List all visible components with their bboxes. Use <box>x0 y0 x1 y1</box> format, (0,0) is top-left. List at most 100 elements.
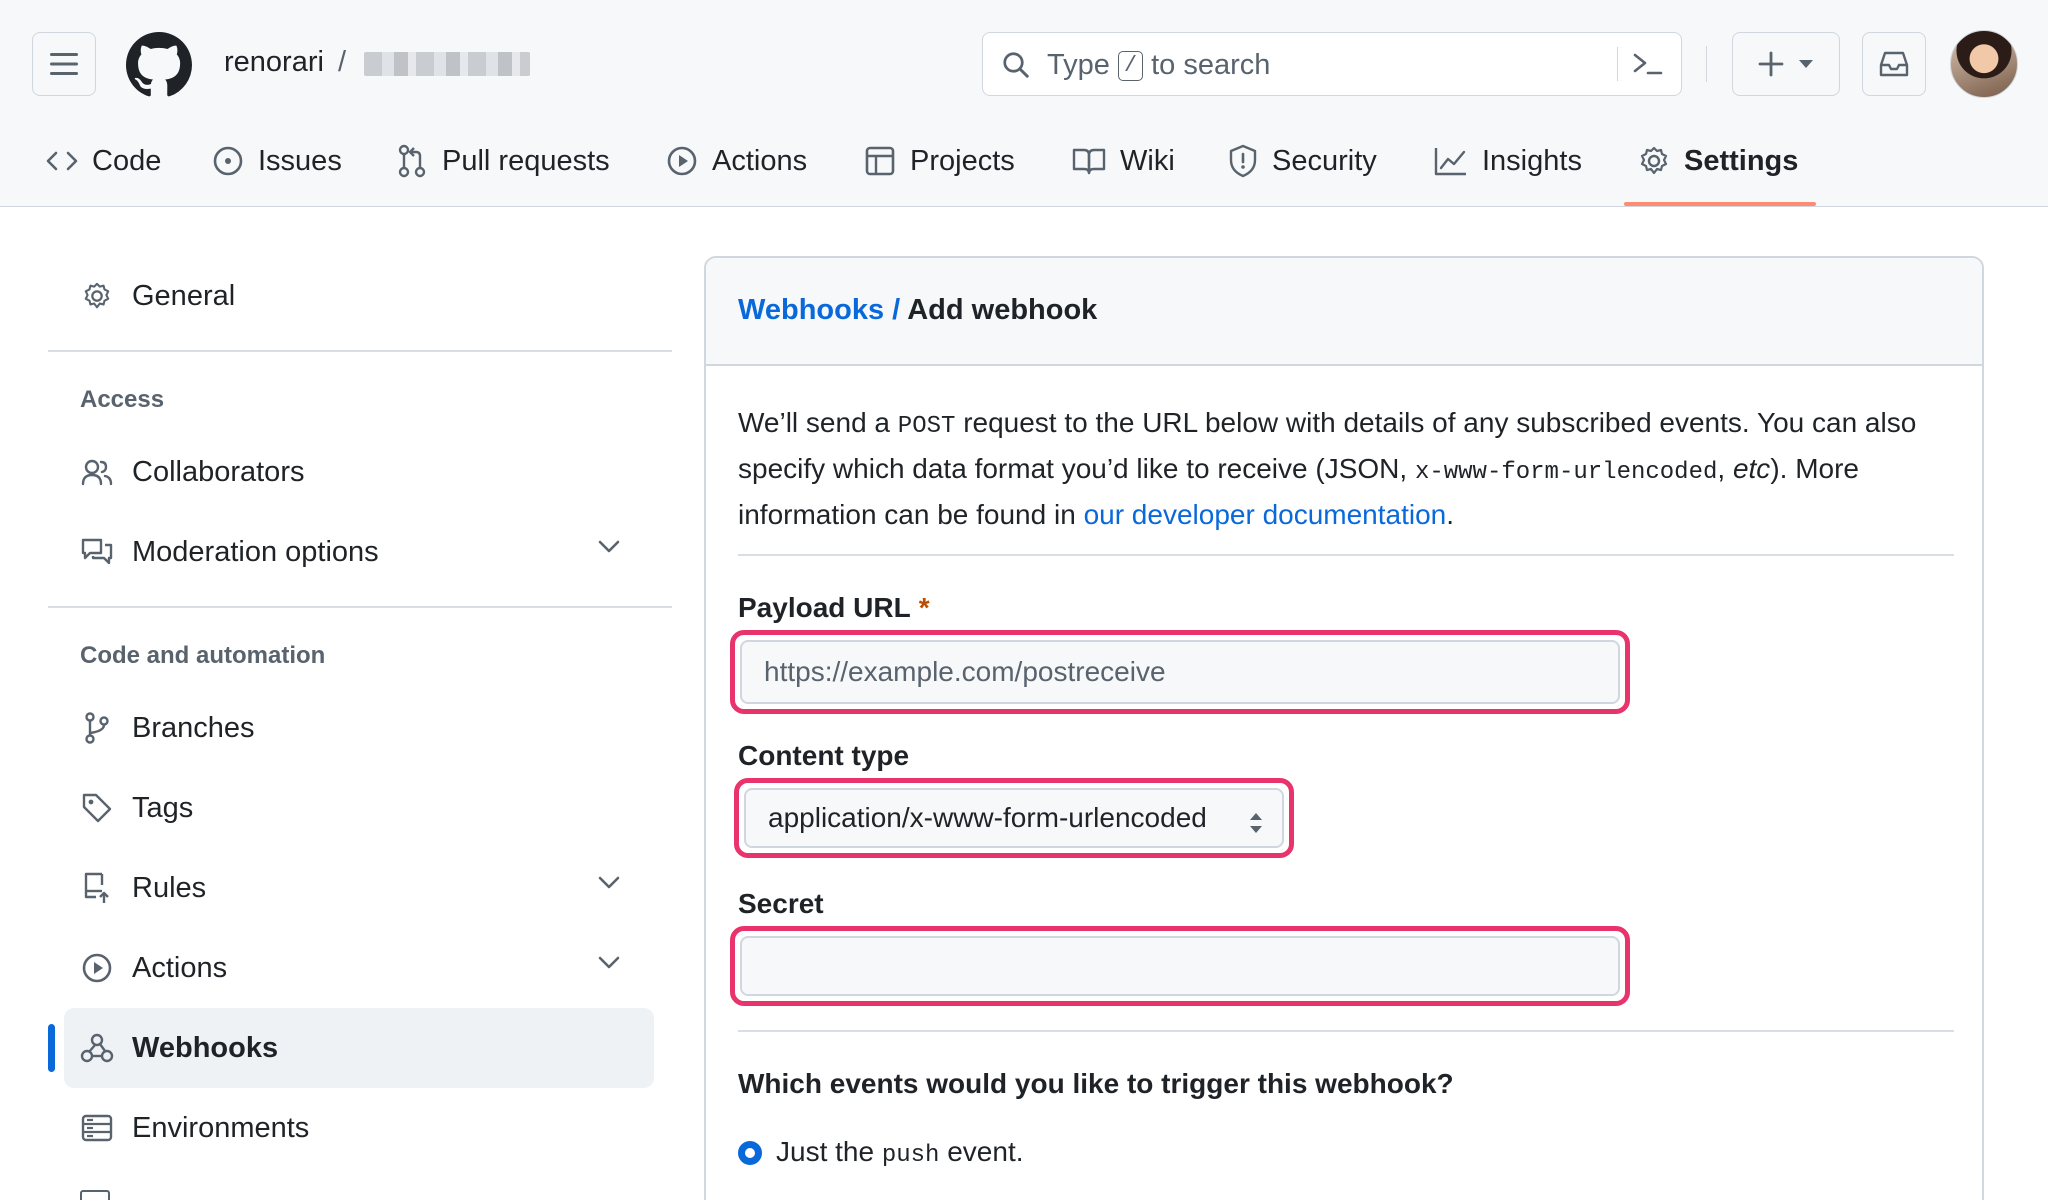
add-webhook-panel: Webhooks / Add webhook We’ll send a POST… <box>704 256 1984 1200</box>
tab-label: Pull requests <box>442 144 610 177</box>
radio-just-push[interactable]: Just the push event. <box>738 1136 1024 1169</box>
search-input[interactable]: Type / to search <box>982 32 1682 96</box>
triangle-down-icon <box>1799 60 1813 68</box>
repo-header: renorari / Type / to search Code Issues … <box>0 0 2048 207</box>
comment-discussion-icon <box>81 538 113 565</box>
tab-label: Issues <box>258 144 342 177</box>
repo-push-icon <box>84 872 109 903</box>
secret-input[interactable] <box>740 936 1620 996</box>
search-divider <box>1617 47 1618 81</box>
search-placeholder: Type / to search <box>1047 49 1270 82</box>
shield-icon <box>1229 144 1257 178</box>
sidebar-item-branches[interactable]: Branches <box>64 688 654 768</box>
tab-label: Security <box>1272 144 1377 177</box>
repo-owner-link[interactable]: renorari <box>224 46 324 79</box>
inbox-icon <box>1879 51 1909 77</box>
tab-label: Insights <box>1482 144 1582 177</box>
section-divider <box>738 1030 1954 1032</box>
webhook-icon <box>80 1033 114 1063</box>
table-icon <box>865 146 895 176</box>
sidebar-item-environments[interactable]: Environments <box>64 1088 654 1168</box>
chevron-down-icon <box>598 956 620 969</box>
code-icon <box>46 151 78 171</box>
sidebar-item-label: Moderation options <box>132 535 379 568</box>
tab-wiki[interactable]: Wiki <box>1072 130 1175 192</box>
command-palette-icon[interactable] <box>1631 49 1665 79</box>
graph-icon <box>1434 148 1466 176</box>
active-tab-underline <box>1624 202 1816 206</box>
sidebar-heading-access: Access <box>80 386 165 413</box>
plus-icon <box>1758 51 1784 77</box>
user-avatar[interactable] <box>1950 30 2018 98</box>
sidebar-item-rules[interactable]: Rules <box>64 848 654 928</box>
git-pull-request-icon <box>398 144 426 178</box>
inbox-button[interactable] <box>1862 32 1926 96</box>
webhooks-breadcrumb-link[interactable]: Webhooks <box>738 294 884 326</box>
search-shortcut-key: / <box>1117 50 1144 81</box>
search-suffix: to search <box>1151 49 1271 81</box>
search-prefix: Type <box>1047 49 1110 81</box>
sidebar-item-label: Branches <box>132 711 255 744</box>
post-code: POST <box>897 413 956 440</box>
sidebar-item-actions[interactable]: Actions <box>64 928 654 1008</box>
sidebar-item-label: Webhooks <box>132 1031 279 1064</box>
gear-icon <box>84 282 110 309</box>
panel-header: Webhooks / Add webhook <box>706 258 1982 366</box>
tab-label: Actions <box>712 144 808 177</box>
tab-label: Projects <box>910 144 1015 177</box>
tab-insights[interactable]: Insights <box>1434 130 1582 192</box>
tab-pull-requests[interactable]: Pull requests <box>396 130 610 192</box>
sidebar-item-tags[interactable]: Tags <box>64 768 654 848</box>
page-title-text: Add webhook <box>907 294 1098 326</box>
sidebar-item-general[interactable]: General <box>64 256 654 336</box>
sidebar-item-label: Collaborators <box>132 455 305 488</box>
payload-url-label: Payload URL * <box>738 592 930 623</box>
tab-code[interactable]: Code <box>46 130 161 192</box>
sidebar-item-label: Tags <box>132 791 194 824</box>
play-icon <box>667 146 697 176</box>
menu-button[interactable] <box>32 32 96 96</box>
sidebar-heading-code-automation: Code and automation <box>80 642 326 669</box>
content-type-value: application/x-www-form-urlencoded <box>768 802 1207 833</box>
section-divider <box>738 554 1954 556</box>
sidebar-item-moderation-options[interactable]: Moderation options <box>64 512 654 592</box>
gear-icon <box>1640 146 1668 175</box>
create-new-button[interactable] <box>1732 32 1840 96</box>
hamburger-icon <box>50 53 78 75</box>
header-divider <box>1706 46 1707 82</box>
tab-label: Wiki <box>1120 144 1175 177</box>
tab-actions[interactable]: Actions <box>666 130 807 192</box>
tab-security[interactable]: Security <box>1228 130 1377 192</box>
play-icon <box>82 953 112 983</box>
breadcrumb-separator: / <box>892 294 901 326</box>
radio-label: Just the push event. <box>776 1136 1024 1169</box>
sidebar-next-item-icon <box>80 1190 110 1200</box>
breadcrumb-separator: / <box>338 46 347 78</box>
intro-text: We’ll send a POST request to the URL bel… <box>738 407 1917 530</box>
tab-settings[interactable]: Settings <box>1638 130 1798 192</box>
secret-label: Secret <box>738 888 824 919</box>
search-icon <box>1003 52 1029 78</box>
server-icon <box>81 1114 113 1142</box>
select-arrows-icon <box>1250 813 1262 833</box>
github-logo-icon[interactable] <box>126 32 192 98</box>
page-title: Webhooks / Add webhook <box>738 294 1097 327</box>
radio-button-selected[interactable] <box>738 1140 762 1165</box>
sidebar-divider <box>48 606 672 608</box>
developer-docs-link[interactable]: our developer documentation <box>1084 499 1447 530</box>
sidebar-item-label: Rules <box>132 871 207 904</box>
urlencoded-code: x-www-form-urlencoded <box>1414 459 1718 486</box>
sidebar-item-collaborators[interactable]: Collaborators <box>64 432 654 512</box>
sidebar-active-indicator <box>48 1024 55 1072</box>
content-type-select[interactable]: application/x-www-form-urlencoded <box>744 788 1284 848</box>
tab-projects[interactable]: Projects <box>864 130 1015 192</box>
git-branch-icon <box>85 712 109 744</box>
tab-label: Settings <box>1684 144 1799 177</box>
tab-issues[interactable]: Issues <box>212 130 342 192</box>
events-question: Which events would you like to trigger t… <box>738 1068 1454 1099</box>
repo-name-redacted[interactable] <box>364 52 530 76</box>
sidebar-item-webhooks[interactable]: Webhooks <box>64 1008 654 1088</box>
issue-opened-icon <box>213 146 243 176</box>
content-type-label: Content type <box>738 740 910 771</box>
payload-url-input[interactable]: https://example.com/postreceive <box>740 640 1620 704</box>
